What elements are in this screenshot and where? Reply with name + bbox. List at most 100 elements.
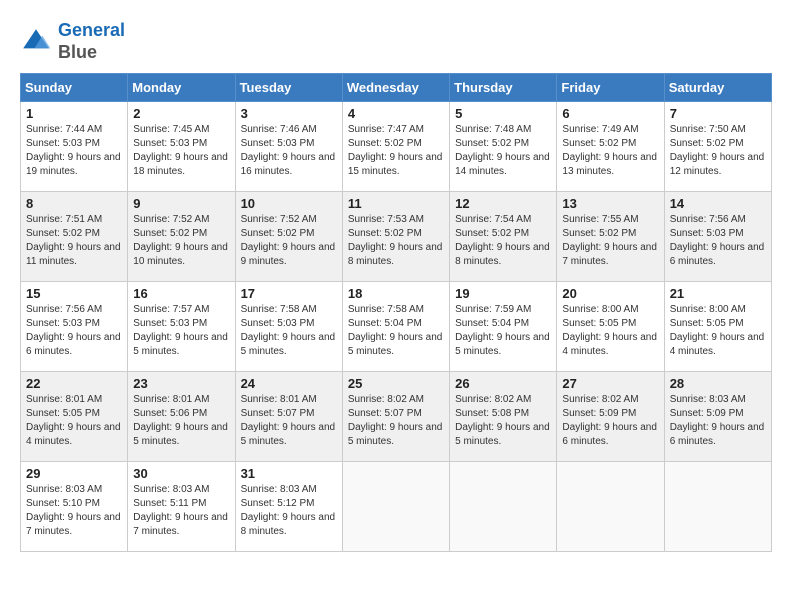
logo-icon (20, 26, 52, 58)
day-info: Sunrise: 8:00 AMSunset: 5:05 PMDaylight:… (670, 304, 765, 357)
calendar-cell: 23 Sunrise: 8:01 AMSunset: 5:06 PMDaylig… (128, 372, 235, 462)
calendar-cell (342, 462, 449, 552)
col-header-friday: Friday (557, 74, 664, 102)
day-number: 27 (562, 376, 658, 391)
day-number: 28 (670, 376, 766, 391)
calendar-cell: 21 Sunrise: 8:00 AMSunset: 5:05 PMDaylig… (664, 282, 771, 372)
calendar-cell: 17 Sunrise: 7:58 AMSunset: 5:03 PMDaylig… (235, 282, 342, 372)
day-info: Sunrise: 7:57 AMSunset: 5:03 PMDaylight:… (133, 304, 228, 357)
day-number: 2 (133, 106, 229, 121)
day-number: 8 (26, 196, 122, 211)
day-number: 29 (26, 466, 122, 481)
day-info: Sunrise: 8:00 AMSunset: 5:05 PMDaylight:… (562, 304, 657, 357)
day-info: Sunrise: 7:46 AMSunset: 5:03 PMDaylight:… (241, 124, 336, 177)
calendar-cell: 11 Sunrise: 7:53 AMSunset: 5:02 PMDaylig… (342, 192, 449, 282)
day-info: Sunrise: 8:03 AMSunset: 5:12 PMDaylight:… (241, 484, 336, 537)
calendar-week-4: 22 Sunrise: 8:01 AMSunset: 5:05 PMDaylig… (21, 372, 772, 462)
calendar-week-1: 1 Sunrise: 7:44 AMSunset: 5:03 PMDayligh… (21, 102, 772, 192)
day-info: Sunrise: 8:03 AMSunset: 5:09 PMDaylight:… (670, 394, 765, 447)
day-number: 5 (455, 106, 551, 121)
day-info: Sunrise: 8:03 AMSunset: 5:11 PMDaylight:… (133, 484, 228, 537)
day-number: 7 (670, 106, 766, 121)
calendar-cell: 9 Sunrise: 7:52 AMSunset: 5:02 PMDayligh… (128, 192, 235, 282)
calendar-cell: 3 Sunrise: 7:46 AMSunset: 5:03 PMDayligh… (235, 102, 342, 192)
calendar-cell: 18 Sunrise: 7:58 AMSunset: 5:04 PMDaylig… (342, 282, 449, 372)
day-info: Sunrise: 8:03 AMSunset: 5:10 PMDaylight:… (26, 484, 121, 537)
day-number: 16 (133, 286, 229, 301)
day-number: 3 (241, 106, 337, 121)
calendar-table: SundayMondayTuesdayWednesdayThursdayFrid… (20, 73, 772, 552)
calendar-cell (557, 462, 664, 552)
calendar-cell: 27 Sunrise: 8:02 AMSunset: 5:09 PMDaylig… (557, 372, 664, 462)
day-number: 17 (241, 286, 337, 301)
calendar-cell (664, 462, 771, 552)
calendar-cell: 29 Sunrise: 8:03 AMSunset: 5:10 PMDaylig… (21, 462, 128, 552)
day-number: 30 (133, 466, 229, 481)
day-info: Sunrise: 7:51 AMSunset: 5:02 PMDaylight:… (26, 214, 121, 267)
col-header-monday: Monday (128, 74, 235, 102)
day-number: 4 (348, 106, 444, 121)
day-info: Sunrise: 7:56 AMSunset: 5:03 PMDaylight:… (26, 304, 121, 357)
logo: GeneralBlue (20, 20, 125, 63)
day-info: Sunrise: 7:56 AMSunset: 5:03 PMDaylight:… (670, 214, 765, 267)
calendar-cell: 30 Sunrise: 8:03 AMSunset: 5:11 PMDaylig… (128, 462, 235, 552)
day-number: 24 (241, 376, 337, 391)
day-info: Sunrise: 7:44 AMSunset: 5:03 PMDaylight:… (26, 124, 121, 177)
calendar-cell: 25 Sunrise: 8:02 AMSunset: 5:07 PMDaylig… (342, 372, 449, 462)
calendar-week-3: 15 Sunrise: 7:56 AMSunset: 5:03 PMDaylig… (21, 282, 772, 372)
day-number: 25 (348, 376, 444, 391)
day-info: Sunrise: 8:02 AMSunset: 5:08 PMDaylight:… (455, 394, 550, 447)
col-header-thursday: Thursday (450, 74, 557, 102)
day-info: Sunrise: 8:01 AMSunset: 5:07 PMDaylight:… (241, 394, 336, 447)
day-info: Sunrise: 8:02 AMSunset: 5:09 PMDaylight:… (562, 394, 657, 447)
calendar-cell: 2 Sunrise: 7:45 AMSunset: 5:03 PMDayligh… (128, 102, 235, 192)
calendar-cell: 19 Sunrise: 7:59 AMSunset: 5:04 PMDaylig… (450, 282, 557, 372)
calendar-cell: 31 Sunrise: 8:03 AMSunset: 5:12 PMDaylig… (235, 462, 342, 552)
day-info: Sunrise: 7:55 AMSunset: 5:02 PMDaylight:… (562, 214, 657, 267)
day-number: 23 (133, 376, 229, 391)
day-number: 18 (348, 286, 444, 301)
calendar-cell: 26 Sunrise: 8:02 AMSunset: 5:08 PMDaylig… (450, 372, 557, 462)
day-info: Sunrise: 8:02 AMSunset: 5:07 PMDaylight:… (348, 394, 443, 447)
day-number: 1 (26, 106, 122, 121)
day-info: Sunrise: 8:01 AMSunset: 5:06 PMDaylight:… (133, 394, 228, 447)
col-header-saturday: Saturday (664, 74, 771, 102)
day-info: Sunrise: 7:59 AMSunset: 5:04 PMDaylight:… (455, 304, 550, 357)
day-info: Sunrise: 7:50 AMSunset: 5:02 PMDaylight:… (670, 124, 765, 177)
calendar-cell: 5 Sunrise: 7:48 AMSunset: 5:02 PMDayligh… (450, 102, 557, 192)
day-number: 22 (26, 376, 122, 391)
day-number: 12 (455, 196, 551, 211)
day-info: Sunrise: 7:49 AMSunset: 5:02 PMDaylight:… (562, 124, 657, 177)
day-number: 11 (348, 196, 444, 211)
calendar-cell: 12 Sunrise: 7:54 AMSunset: 5:02 PMDaylig… (450, 192, 557, 282)
day-info: Sunrise: 7:45 AMSunset: 5:03 PMDaylight:… (133, 124, 228, 177)
calendar-cell: 14 Sunrise: 7:56 AMSunset: 5:03 PMDaylig… (664, 192, 771, 282)
day-info: Sunrise: 7:48 AMSunset: 5:02 PMDaylight:… (455, 124, 550, 177)
calendar-cell (450, 462, 557, 552)
calendar-cell: 6 Sunrise: 7:49 AMSunset: 5:02 PMDayligh… (557, 102, 664, 192)
day-number: 6 (562, 106, 658, 121)
day-number: 14 (670, 196, 766, 211)
day-info: Sunrise: 8:01 AMSunset: 5:05 PMDaylight:… (26, 394, 121, 447)
col-header-sunday: Sunday (21, 74, 128, 102)
header: GeneralBlue (20, 20, 772, 63)
calendar-cell: 22 Sunrise: 8:01 AMSunset: 5:05 PMDaylig… (21, 372, 128, 462)
day-number: 9 (133, 196, 229, 211)
day-info: Sunrise: 7:47 AMSunset: 5:02 PMDaylight:… (348, 124, 443, 177)
day-info: Sunrise: 7:52 AMSunset: 5:02 PMDaylight:… (133, 214, 228, 267)
day-info: Sunrise: 7:58 AMSunset: 5:03 PMDaylight:… (241, 304, 336, 357)
col-header-wednesday: Wednesday (342, 74, 449, 102)
day-number: 19 (455, 286, 551, 301)
calendar-cell: 10 Sunrise: 7:52 AMSunset: 5:02 PMDaylig… (235, 192, 342, 282)
col-header-tuesday: Tuesday (235, 74, 342, 102)
calendar-cell: 24 Sunrise: 8:01 AMSunset: 5:07 PMDaylig… (235, 372, 342, 462)
day-info: Sunrise: 7:53 AMSunset: 5:02 PMDaylight:… (348, 214, 443, 267)
calendar-cell: 13 Sunrise: 7:55 AMSunset: 5:02 PMDaylig… (557, 192, 664, 282)
calendar-cell: 7 Sunrise: 7:50 AMSunset: 5:02 PMDayligh… (664, 102, 771, 192)
day-number: 15 (26, 286, 122, 301)
logo-text: GeneralBlue (58, 20, 125, 63)
day-number: 10 (241, 196, 337, 211)
calendar-cell: 8 Sunrise: 7:51 AMSunset: 5:02 PMDayligh… (21, 192, 128, 282)
calendar-cell: 28 Sunrise: 8:03 AMSunset: 5:09 PMDaylig… (664, 372, 771, 462)
day-info: Sunrise: 7:58 AMSunset: 5:04 PMDaylight:… (348, 304, 443, 357)
